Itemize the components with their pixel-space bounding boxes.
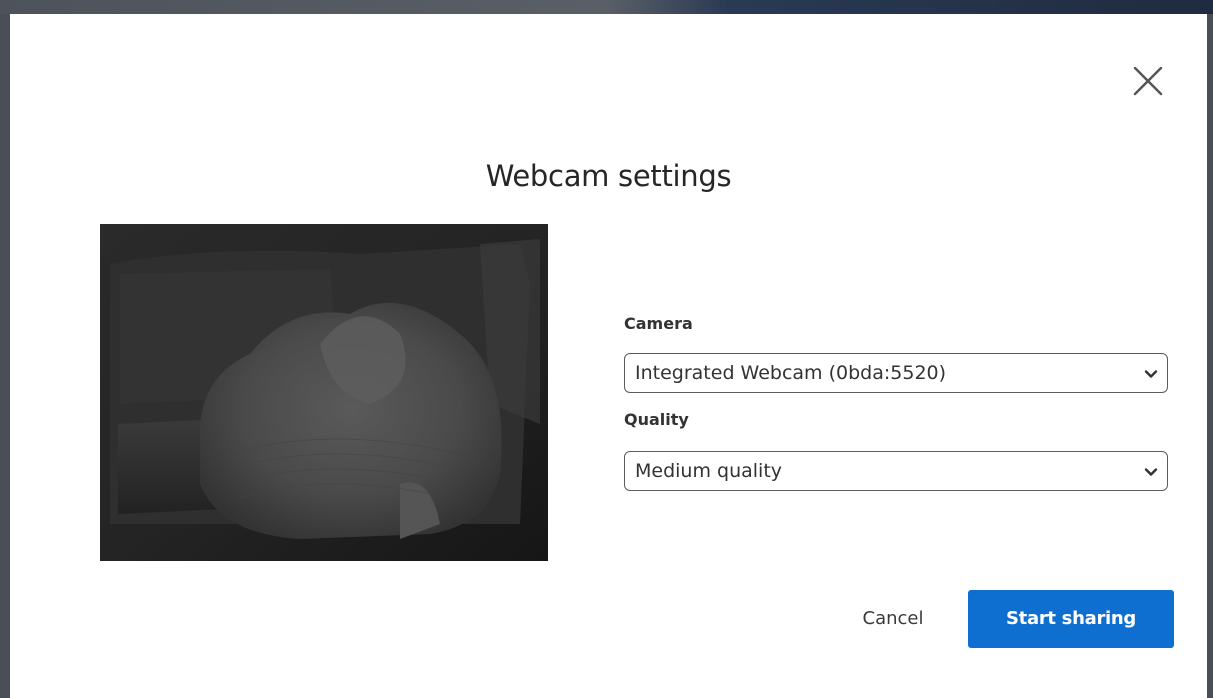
webcam-settings-dialog: Webcam settings Camera Integrated Webcam… <box>10 14 1207 698</box>
chevron-down-icon <box>1144 370 1158 378</box>
webcam-preview <box>100 224 548 561</box>
camera-select[interactable]: Integrated Webcam (0bda:5520) <box>624 353 1168 393</box>
chevron-down-icon <box>1144 468 1158 476</box>
cancel-button[interactable]: Cancel <box>833 590 953 648</box>
quality-select[interactable]: Medium quality <box>624 451 1168 491</box>
camera-selected-value: Integrated Webcam (0bda:5520) <box>635 362 947 384</box>
close-button[interactable] <box>1131 64 1165 98</box>
dialog-title: Webcam settings <box>485 159 732 193</box>
page-backdrop <box>0 0 1213 14</box>
webcam-preview-image <box>100 224 548 561</box>
quality-selected-value: Medium quality <box>635 460 783 482</box>
camera-label: Camera <box>624 314 693 333</box>
close-icon <box>1133 66 1163 96</box>
start-sharing-button[interactable]: Start sharing <box>968 590 1174 648</box>
quality-label: Quality <box>624 410 689 429</box>
